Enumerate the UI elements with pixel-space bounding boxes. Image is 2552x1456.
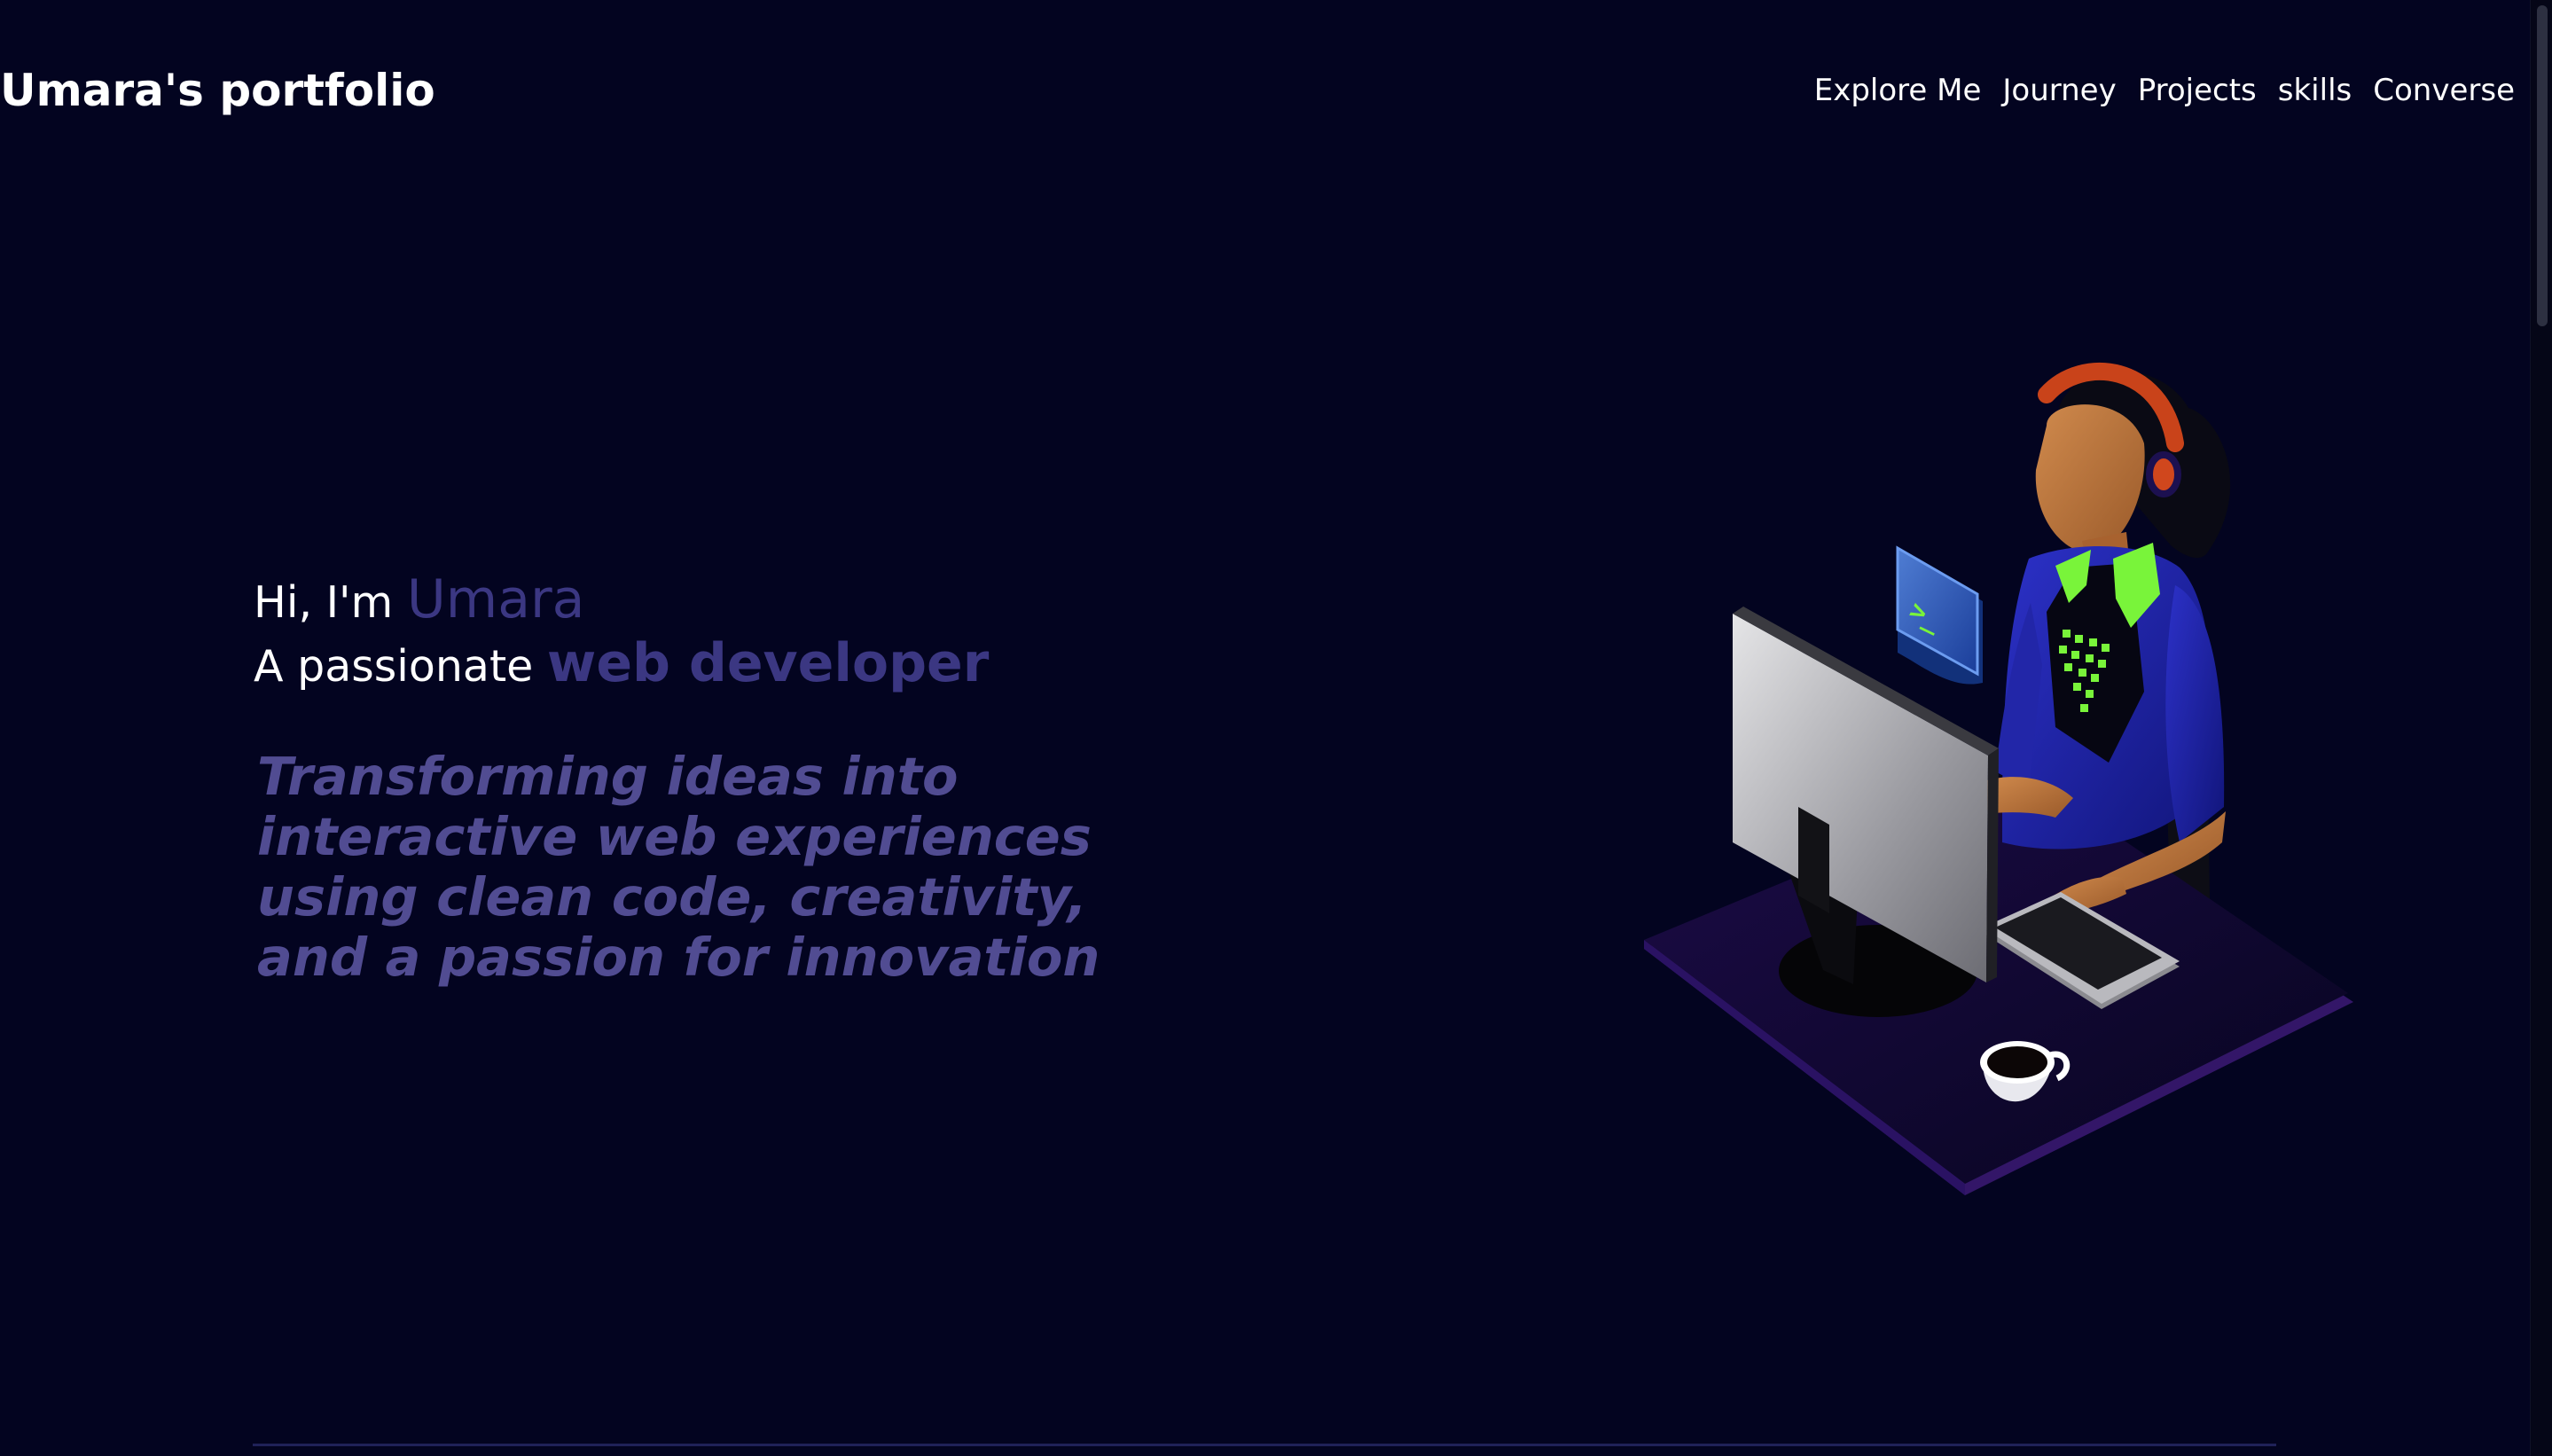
nav-journey[interactable]: Journey (2002, 71, 2116, 110)
greeting-prefix: Hi, I'm (254, 577, 394, 628)
site-brand[interactable]: Umara's portfolio (0, 62, 435, 119)
main-navigation: Explore Me Journey Projects skills Conve… (1814, 71, 2515, 110)
nav-projects[interactable]: Projects (2138, 71, 2257, 110)
role-prefix: A passionate (254, 641, 534, 692)
scrollbar-thumb[interactable] (2537, 5, 2548, 326)
developer-at-desk-illustration: >_ (1644, 362, 2353, 1195)
face (2035, 404, 2145, 554)
nav-explore-me[interactable]: Explore Me (1814, 71, 1982, 110)
greeting-line: Hi, I'm Umara (254, 569, 1176, 633)
nav-skills[interactable]: skills (2278, 71, 2352, 110)
portfolio-page: Umara's portfolio Explore Me Journey Pro… (0, 0, 2552, 1456)
hero-role: web developer (546, 632, 990, 694)
headphones-earcup (2146, 451, 2181, 497)
nav-converse[interactable]: Converse (2373, 71, 2515, 110)
hero-section: Hi, I'm Umara A passionate web developer… (254, 569, 1176, 988)
section-divider (253, 1444, 2276, 1446)
hero-name: Umara (406, 568, 585, 630)
role-line: A passionate web developer (254, 633, 1176, 697)
hero-tagline: Transforming ideas into interactive web … (257, 746, 1100, 988)
page-scrollbar[interactable] (2530, 0, 2552, 1456)
terminal-badge: >_ (1896, 545, 1983, 685)
